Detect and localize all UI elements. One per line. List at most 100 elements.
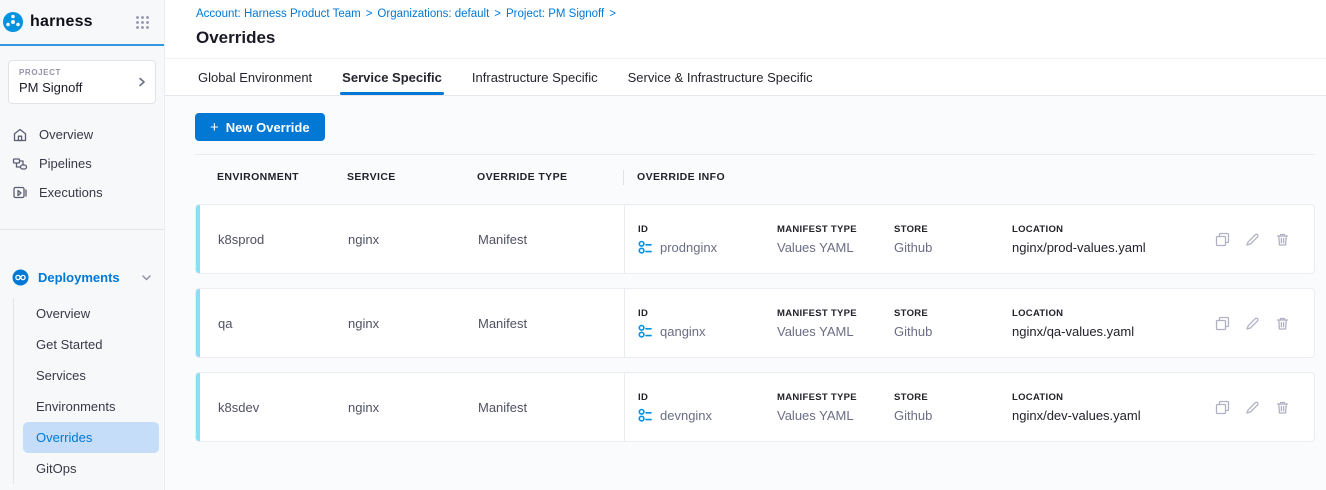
info-id: ID prodnginx [638,224,777,255]
location-label: LOCATION [1012,224,1207,235]
manifest-type-value: Values YAML [777,408,894,423]
page-title: Overrides [196,28,1326,48]
sidebar-item-gitops[interactable]: GitOps [14,453,164,484]
deployments-submenu: Overview Get Started Services Environmen… [13,298,164,484]
location-value: nginx/prod-values.yaml [1012,240,1207,255]
location-value: nginx/qa-values.yaml [1012,324,1207,339]
manifest-type-label: MANIFEST TYPE [777,308,894,319]
edit-icon[interactable] [1245,400,1260,415]
edit-icon[interactable] [1245,316,1260,331]
row-environment: k8sprod [218,232,348,247]
info-manifest-type: MANIFEST TYPE Values YAML [777,224,894,255]
manifest-type-label: MANIFEST TYPE [777,392,894,403]
sidebar-module-label: Deployments [38,270,120,285]
clone-icon[interactable] [1215,232,1230,247]
row-accent-bar [196,373,200,441]
row-service: nginx [348,316,478,331]
edit-icon[interactable] [1245,232,1260,247]
store-label: STORE [894,308,1012,319]
executions-icon [12,185,28,201]
store-value: Github [894,408,1012,423]
id-label: ID [638,308,777,319]
info-location: LOCATION nginx/qa-values.yaml [1012,308,1207,339]
breadcrumb-separator: > [366,8,373,20]
store-label: STORE [894,224,1012,235]
sidebar-item-pipelines[interactable]: Pipelines [0,149,164,178]
submenu-item-label: Environments [36,399,115,414]
logo-row: harness [0,0,164,46]
tab-service-and-infrastructure-specific[interactable]: Service & Infrastructure Specific [628,59,813,95]
sidebar-module-deployments[interactable]: Deployments [0,260,164,294]
main-area: Account: Harness Product Team > Organiza… [165,0,1326,490]
breadcrumb-project[interactable]: Project: PM Signoff [506,8,604,20]
sidebar-item-deployments-overview[interactable]: Overview [14,298,164,329]
override-row-k8sdev[interactable]: k8sdev nginx Manifest ID devnginx [195,372,1315,442]
deployments-module-icon [12,269,29,286]
row-override-type: Manifest [478,400,624,415]
submenu-item-label: Overview [36,306,90,321]
info-store: STORE Github [894,392,1012,423]
tab-service-specific[interactable]: Service Specific [342,59,442,95]
plus-icon: + [210,120,219,135]
submenu-item-label: GitOps [36,461,76,476]
sidebar-item-services[interactable]: Services [14,360,164,391]
id-value: prodnginx [660,240,717,255]
sidebar-item-get-started[interactable]: Get Started [14,329,164,360]
tab-bar: Global Environment Service Specific Infr… [165,58,1326,96]
project-selector[interactable]: PROJECT PM Signoff [8,60,156,104]
info-location: LOCATION nginx/prod-values.yaml [1012,224,1207,255]
clone-icon[interactable] [1215,316,1230,331]
clone-icon[interactable] [1215,400,1230,415]
override-row-k8sprod[interactable]: k8sprod nginx Manifest ID prodnginx [195,204,1315,274]
sidebar-item-executions[interactable]: Executions [0,178,164,207]
delete-icon[interactable] [1275,400,1290,415]
manifest-type-value: Values YAML [777,324,894,339]
row-actions [1215,400,1290,415]
harness-logo-text: harness [30,13,93,31]
store-value: Github [894,240,1012,255]
tab-infrastructure-specific[interactable]: Infrastructure Specific [472,59,598,95]
manifest-type-label: MANIFEST TYPE [777,224,894,235]
row-accent-bar [196,205,200,273]
override-row-qa[interactable]: qa nginx Manifest ID qanginx [195,288,1315,358]
delete-icon[interactable] [1275,232,1290,247]
module-grid-icon[interactable] [135,15,150,30]
submenu-item-label: Services [36,368,86,383]
harness-logo[interactable]: harness [2,10,93,34]
column-header-service: SERVICE [347,171,477,183]
override-info: ID devnginx MANIFEST TYPE Values YAML [624,373,1314,441]
column-header-override-info: OVERRIDE INFO [623,170,1315,185]
location-value: nginx/dev-values.yaml [1012,408,1207,423]
row-service: nginx [348,232,478,247]
new-override-label: New Override [226,120,310,135]
row-environment: qa [218,316,348,331]
info-store: STORE Github [894,308,1012,339]
sidebar-item-overrides[interactable]: Overrides [23,422,159,453]
project-label: PROJECT [19,68,133,77]
id-label: ID [638,224,777,235]
info-manifest-type: MANIFEST TYPE Values YAML [777,392,894,423]
new-override-button[interactable]: + New Override [195,113,325,141]
info-manifest-type: MANIFEST TYPE Values YAML [777,308,894,339]
project-name: PM Signoff [19,80,133,95]
row-actions [1215,316,1290,331]
page-header: Account: Harness Product Team > Organiza… [165,0,1326,58]
table-header: ENVIRONMENT SERVICE OVERRIDE TYPE OVERRI… [195,164,1315,190]
manifest-type-value: Values YAML [777,240,894,255]
id-icon [638,408,653,423]
sidebar-item-label: Executions [39,185,103,200]
location-label: LOCATION [1012,308,1207,319]
column-header-environment: ENVIRONMENT [217,171,347,183]
sidebar-item-label: Overview [39,127,93,142]
location-label: LOCATION [1012,392,1207,403]
sidebar-nav: Overview Pipelines Executions [0,120,164,207]
sidebar-item-overview[interactable]: Overview [0,120,164,149]
info-location: LOCATION nginx/dev-values.yaml [1012,392,1207,423]
breadcrumb-account[interactable]: Account: Harness Product Team [196,8,361,20]
breadcrumb-separator: > [494,8,501,20]
delete-icon[interactable] [1275,316,1290,331]
breadcrumb-org[interactable]: Organizations: default [377,8,489,20]
tab-global-environment[interactable]: Global Environment [198,59,312,95]
sidebar-item-environments[interactable]: Environments [14,391,164,422]
id-icon [638,324,653,339]
